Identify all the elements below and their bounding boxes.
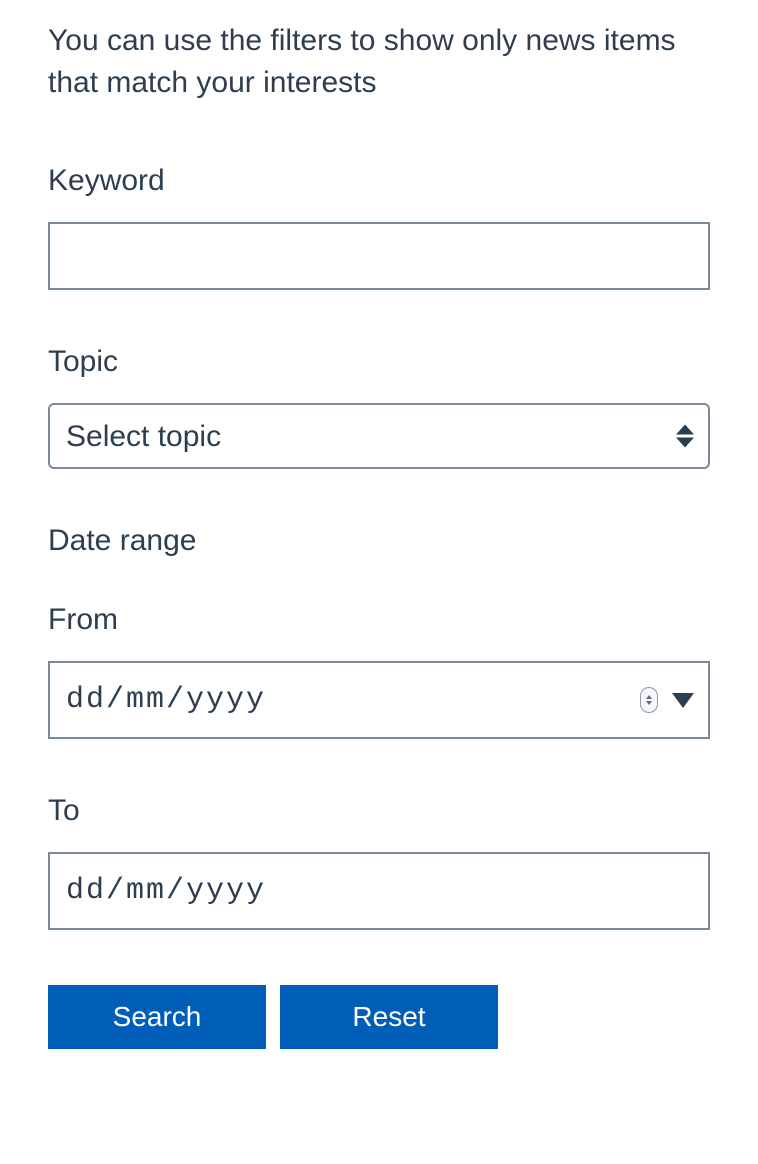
filter-description: You can use the filters to show only new… (48, 20, 710, 104)
to-date-field-group: To (48, 794, 710, 930)
topic-field-group: Topic Select topic (48, 345, 710, 469)
keyword-field-group: Keyword (48, 164, 710, 290)
reset-button[interactable]: Reset (280, 985, 498, 1049)
keyword-label: Keyword (48, 164, 710, 198)
topic-label: Topic (48, 345, 710, 379)
from-date-field-group: From (48, 603, 710, 739)
from-date-wrapper (48, 661, 710, 739)
topic-select[interactable]: Select topic (48, 403, 710, 469)
keyword-input[interactable] (48, 222, 710, 290)
button-row: Search Reset (48, 985, 710, 1049)
from-date-label: From (48, 603, 710, 637)
from-date-input[interactable] (48, 661, 710, 739)
to-date-input[interactable] (48, 852, 710, 930)
topic-select-wrapper: Select topic (48, 403, 710, 469)
to-date-label: To (48, 794, 710, 828)
date-range-label: Date range (48, 524, 710, 558)
search-button[interactable]: Search (48, 985, 266, 1049)
to-date-wrapper (48, 852, 710, 930)
